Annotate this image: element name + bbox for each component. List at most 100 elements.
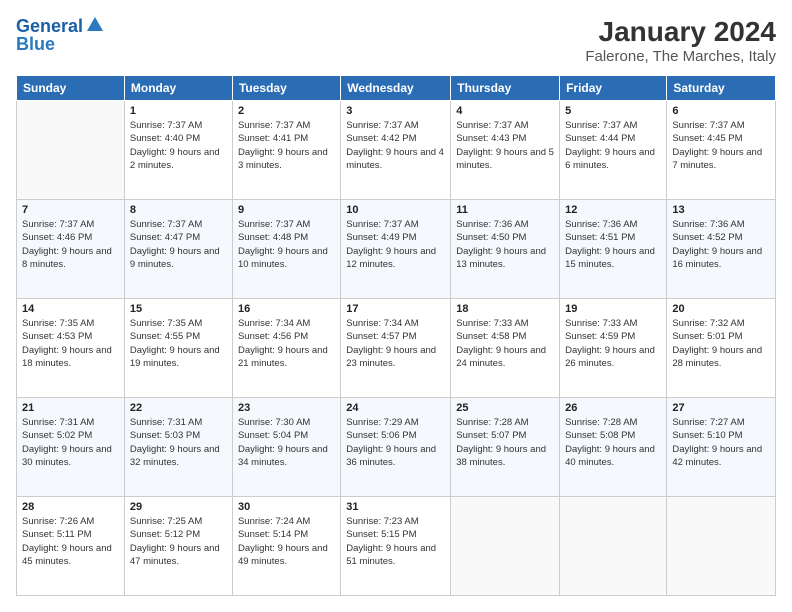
day-number: 30 [238,501,335,513]
sunset-text: Sunset: 5:07 PM [456,429,554,442]
day-number: 17 [346,303,445,315]
calendar-cell: 7Sunrise: 7:37 AMSunset: 4:46 PMDaylight… [17,200,125,299]
sunset-text: Sunset: 4:58 PM [456,330,554,343]
day-number: 25 [456,402,554,414]
sunset-text: Sunset: 4:48 PM [238,231,335,244]
day-number: 14 [22,303,119,315]
day-info: Sunrise: 7:23 AMSunset: 5:15 PMDaylight:… [346,515,445,568]
day-info: Sunrise: 7:37 AMSunset: 4:48 PMDaylight:… [238,218,335,271]
day-info: Sunrise: 7:28 AMSunset: 5:07 PMDaylight:… [456,416,554,469]
day-number: 21 [22,402,119,414]
daylight-line1: Daylight: 9 hours and 28 minutes. [672,344,770,371]
day-info: Sunrise: 7:33 AMSunset: 4:59 PMDaylight:… [565,317,661,370]
sunrise-text: Sunrise: 7:29 AM [346,416,445,429]
daylight-line1: Daylight: 9 hours and 16 minutes. [672,245,770,272]
calendar-cell: 24 Sunrise: 7:29 AMSunset: 5:06 PMDayligh… [341,398,451,497]
sunset-text: Sunset: 4:44 PM [565,132,661,145]
day-info: Sunrise: 7:37 AMSunset: 4:45 PMDaylight:… [672,119,770,172]
day-number: 16 [238,303,335,315]
day-info: Sunrise: 7:27 AMSunset: 5:10 PMDaylight:… [672,416,770,469]
day-info: Sunrise: 7:36 AMSunset: 4:52 PMDaylight:… [672,218,770,271]
daylight-line1: Daylight: 9 hours and 15 minutes. [565,245,661,272]
sunset-text: Sunset: 4:52 PM [672,231,770,244]
daylight-line1: Daylight: 9 hours and 21 minutes. [238,344,335,371]
calendar-cell: 6Sunrise: 7:37 AMSunset: 4:45 PMDaylight… [667,101,776,200]
page-subtitle: Falerone, The Marches, Italy [585,48,776,65]
sunset-text: Sunset: 4:47 PM [130,231,227,244]
calendar-week-row: 14 Sunrise: 7:35 AMSunset: 4:53 PMDayligh… [17,299,776,398]
title-block: January 2024 Falerone, The Marches, Ital… [585,16,776,65]
daylight-line1: Daylight: 9 hours and 30 minutes. [22,443,119,470]
sunrise-text: Sunrise: 7:23 AM [346,515,445,528]
daylight-line1: Daylight: 9 hours and 47 minutes. [130,542,227,569]
page-container: General Blue January 2024 Falerone, The … [0,0,792,612]
sunset-text: Sunset: 5:12 PM [130,528,227,541]
daylight-line1: Daylight: 9 hours and 6 minutes. [565,146,661,173]
calendar-cell: 21 Sunrise: 7:31 AMSunset: 5:02 PMDayligh… [17,398,125,497]
day-info: Sunrise: 7:37 AMSunset: 4:47 PMDaylight:… [130,218,227,271]
day-number: 28 [22,501,119,513]
calendar-cell: 18Sunrise: 7:33 AMSunset: 4:58 PMDayligh… [451,299,560,398]
sunset-text: Sunset: 5:03 PM [130,429,227,442]
sunrise-text: Sunrise: 7:25 AM [130,515,227,528]
calendar-week-row: 7Sunrise: 7:37 AMSunset: 4:46 PMDaylight… [17,200,776,299]
sunset-text: Sunset: 4:57 PM [346,330,445,343]
header: General Blue January 2024 Falerone, The … [16,16,776,65]
day-number: 11 [456,204,554,216]
calendar-cell: 27Sunrise: 7:27 AMSunset: 5:10 PMDayligh… [667,398,776,497]
weekday-header-friday: Friday [560,76,667,101]
daylight-line1: Daylight: 9 hours and 51 minutes. [346,542,445,569]
sunset-text: Sunset: 5:02 PM [22,429,119,442]
calendar-cell: 14 Sunrise: 7:35 AMSunset: 4:53 PMDayligh… [17,299,125,398]
sunrise-text: Sunrise: 7:37 AM [22,218,119,231]
daylight-line1: Daylight: 9 hours and 12 minutes. [346,245,445,272]
sunset-text: Sunset: 4:41 PM [238,132,335,145]
calendar-header-row: SundayMondayTuesdayWednesdayThursdayFrid… [17,76,776,101]
calendar-cell: 5Sunrise: 7:37 AMSunset: 4:44 PMDaylight… [560,101,667,200]
sunrise-text: Sunrise: 7:37 AM [346,218,445,231]
daylight-line1: Daylight: 9 hours and 3 minutes. [238,146,335,173]
sunset-text: Sunset: 5:10 PM [672,429,770,442]
sunset-text: Sunset: 4:42 PM [346,132,445,145]
sunset-text: Sunset: 5:04 PM [238,429,335,442]
day-number: 7 [22,204,119,216]
day-info: Sunrise: 7:37 AMSunset: 4:44 PMDaylight:… [565,119,661,172]
day-number: 24 [346,402,445,414]
day-info: Sunrise: 7:35 AMSunset: 4:55 PMDaylight:… [130,317,227,370]
daylight-line1: Daylight: 9 hours and 36 minutes. [346,443,445,470]
day-number: 12 [565,204,661,216]
day-info: Sunrise: 7:37 AMSunset: 4:41 PMDaylight:… [238,119,335,172]
day-info: Sunrise: 7:35 AMSunset: 4:53 PMDaylight:… [22,317,119,370]
sunrise-text: Sunrise: 7:30 AM [238,416,335,429]
calendar-cell: 25 Sunrise: 7:28 AMSunset: 5:07 PMDayligh… [451,398,560,497]
day-number: 8 [130,204,227,216]
day-info: Sunrise: 7:32 AMSunset: 5:01 PMDaylight:… [672,317,770,370]
day-number: 2 [238,105,335,117]
day-number: 10 [346,204,445,216]
sunrise-text: Sunrise: 7:37 AM [565,119,661,132]
sunrise-text: Sunrise: 7:35 AM [130,317,227,330]
weekday-header-tuesday: Tuesday [232,76,340,101]
calendar-cell: 3Sunrise: 7:37 AMSunset: 4:42 PMDaylight… [341,101,451,200]
day-info: Sunrise: 7:29 AMSunset: 5:06 PMDaylight:… [346,416,445,469]
calendar-cell: 22Sunrise: 7:31 AMSunset: 5:03 PMDayligh… [124,398,232,497]
daylight-line1: Daylight: 9 hours and 32 minutes. [130,443,227,470]
calendar-cell: 19Sunrise: 7:33 AMSunset: 4:59 PMDayligh… [560,299,667,398]
weekday-header-thursday: Thursday [451,76,560,101]
calendar-cell: 10Sunrise: 7:37 AMSunset: 4:49 PMDayligh… [341,200,451,299]
sunset-text: Sunset: 4:51 PM [565,231,661,244]
day-number: 1 [130,105,227,117]
weekday-header-wednesday: Wednesday [341,76,451,101]
sunset-text: Sunset: 4:45 PM [672,132,770,145]
calendar-cell: 15Sunrise: 7:35 AMSunset: 4:55 PMDayligh… [124,299,232,398]
calendar-cell: 12Sunrise: 7:36 AMSunset: 4:51 PMDayligh… [560,200,667,299]
day-info: Sunrise: 7:31 AMSunset: 5:02 PMDaylight:… [22,416,119,469]
calendar-cell [17,101,125,200]
daylight-line1: Daylight: 9 hours and 10 minutes. [238,245,335,272]
calendar-cell: 17 Sunrise: 7:34 AMSunset: 4:57 PMDayligh… [341,299,451,398]
day-number: 18 [456,303,554,315]
day-number: 23 [238,402,335,414]
calendar-cell: 8 Sunrise: 7:37 AMSunset: 4:47 PMDaylight… [124,200,232,299]
day-number: 13 [672,204,770,216]
day-info: Sunrise: 7:34 AMSunset: 4:57 PMDaylight:… [346,317,445,370]
